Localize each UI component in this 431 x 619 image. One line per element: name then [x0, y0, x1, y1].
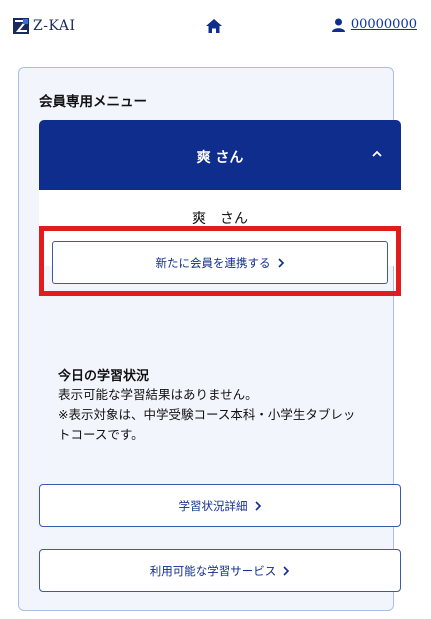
study-detail-label: 学習状況詳細	[178, 498, 248, 513]
member-name: 爽 さん	[192, 211, 248, 227]
user-id[interactable]: 00000000	[351, 17, 417, 32]
app-header: Z-KAI 00000000	[0, 0, 431, 50]
study-status-note-cont: トコースです。	[58, 427, 144, 442]
member-accordion-header[interactable]: 爽 さん	[39, 120, 401, 190]
chevron-right-icon	[283, 565, 290, 576]
study-status-note: ※表示対象は、中学受験コース本科・小学生タブレッ	[58, 407, 356, 422]
member-menu-card: 会員専用メニュー 爽 さん 爽 さん 新たに会員を連携する 今日の学習状況 表示…	[18, 67, 401, 611]
chevron-right-icon	[254, 500, 261, 511]
available-services-button[interactable]: 利用可能な学習サービス	[39, 549, 401, 592]
user-icon	[331, 18, 345, 32]
member-name-header: 爽 さん	[196, 150, 244, 166]
zkai-logo[interactable]: Z-KAI	[13, 18, 76, 34]
chevron-up-icon[interactable]	[371, 148, 383, 160]
study-detail-button[interactable]: 学習状況詳細	[39, 484, 401, 527]
study-status-text: 表示可能な学習結果はありません。	[58, 387, 258, 402]
menu-title: 会員専用メニュー	[39, 94, 147, 110]
chevron-right-icon	[277, 257, 284, 268]
study-status-title: 今日の学習状況	[58, 369, 150, 384]
link-new-member-button[interactable]: 新たに会員を連携する	[52, 241, 388, 284]
link-new-member-label: 新たに会員を連携する	[155, 255, 271, 270]
home-icon[interactable]	[205, 17, 223, 35]
user-account-link[interactable]: 00000000	[331, 17, 417, 32]
available-services-label: 利用可能な学習サービス	[149, 563, 277, 578]
zkai-logo-icon	[13, 18, 29, 34]
logo-text: Z-KAI	[33, 18, 76, 34]
